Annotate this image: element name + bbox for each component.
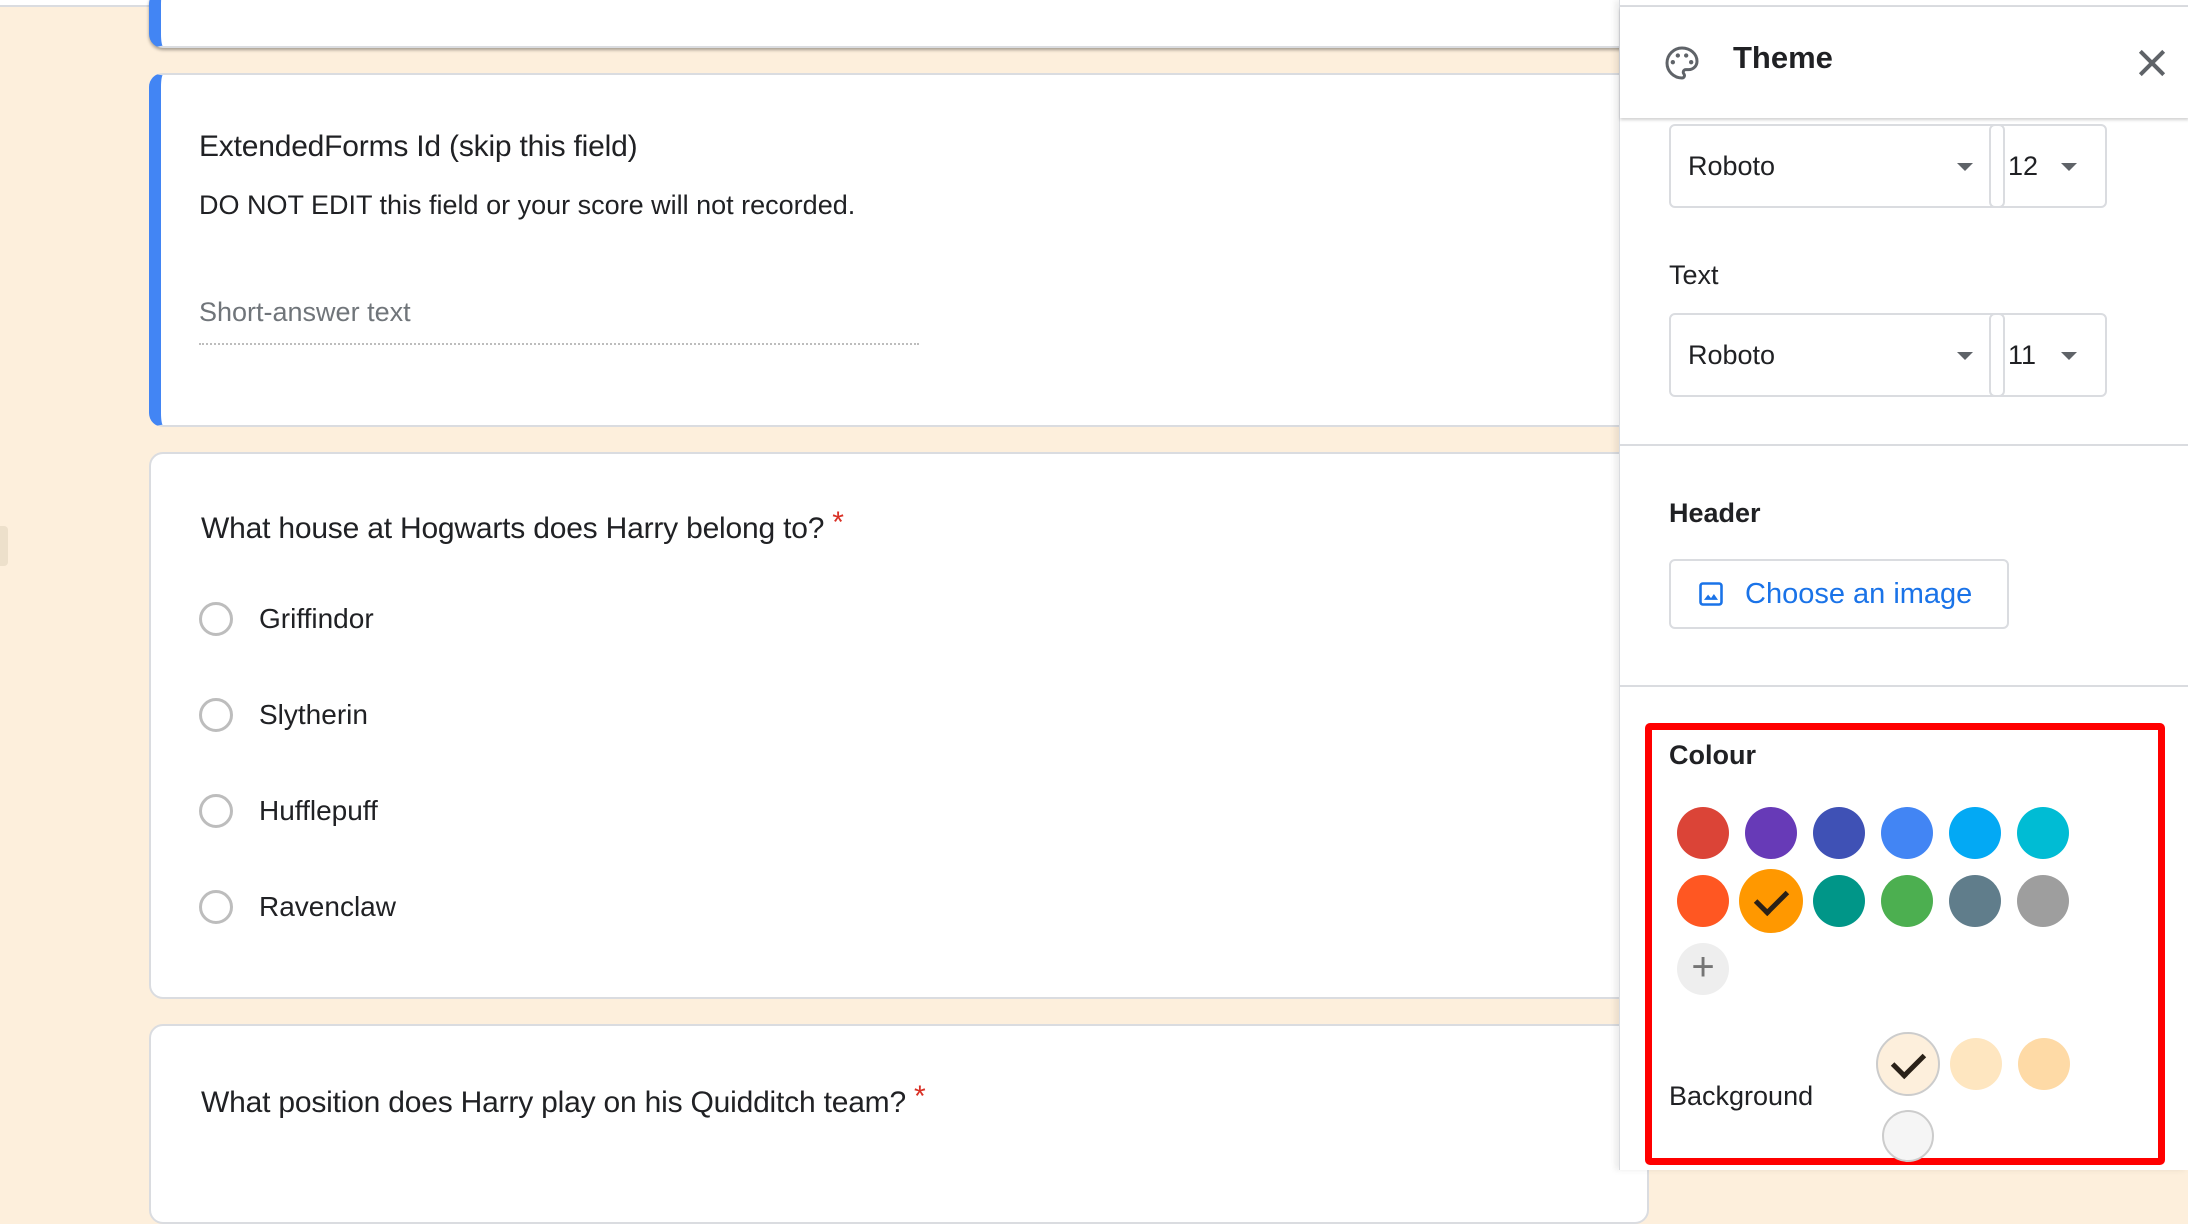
header-size-select[interactable]: 12 — [1989, 124, 2107, 208]
colour-swatch[interactable] — [1949, 807, 2001, 859]
option-griffindor[interactable]: Griffindor — [199, 597, 374, 641]
text-label: Text — [1669, 260, 1719, 290]
colour-swatch[interactable] — [2017, 875, 2069, 927]
theme-panel-header: Theme — [1620, 7, 2188, 118]
selected-size: 12 — [2008, 150, 2039, 181]
colour-swatch[interactable] — [1745, 807, 1797, 859]
choose-image-label: Choose an image — [1745, 577, 1973, 610]
radio-button[interactable] — [199, 794, 233, 828]
option-hufflepuff[interactable]: Hufflepuff — [199, 789, 378, 833]
required-mark: * — [832, 506, 844, 539]
radio-button[interactable] — [199, 698, 233, 732]
close-icon[interactable] — [2132, 43, 2172, 83]
background-swatch[interactable] — [2018, 1038, 2070, 1090]
checkmark-icon — [1890, 1043, 1926, 1079]
question-title: What house at Hogwarts does Harry belong… — [201, 506, 844, 546]
panel-top-border — [1620, 0, 2188, 7]
colour-swatch[interactable] — [1881, 875, 1933, 927]
question-title: ExtendedForms Id (skip this field) — [199, 130, 638, 163]
dropdown-arrow-icon — [1957, 163, 1973, 171]
checkmark-icon — [1753, 880, 1789, 916]
colour-swatch[interactable] — [1949, 875, 2001, 927]
question-card-quidditch[interactable]: What position does Harry play on his Qui… — [149, 1024, 1649, 1224]
dropdown-arrow-icon — [2061, 163, 2077, 171]
dropdown-arrow-icon — [2061, 352, 2077, 360]
colour-swatch[interactable] — [1677, 875, 1729, 927]
background-label: Background — [1669, 1081, 1814, 1111]
selected-size: 11 — [2008, 339, 2037, 370]
text-size-select[interactable]: 11 — [1989, 313, 2107, 397]
option-label: Griffindor — [259, 603, 374, 634]
colour-swatch[interactable] — [1881, 807, 1933, 859]
side-handle[interactable] — [0, 526, 8, 566]
choose-image-button[interactable]: Choose an image — [1669, 559, 2009, 629]
theme-panel: Theme Roboto 12 Text Roboto 11 Header Ch… — [1619, 0, 2188, 1170]
question-title: What position does Harry play on his Qui… — [201, 1080, 926, 1120]
question-description: DO NOT EDIT this field or your score wil… — [199, 190, 856, 220]
colour-swatch[interactable] — [1677, 807, 1729, 859]
colour-swatch[interactable] — [1739, 869, 1803, 933]
radio-button[interactable] — [199, 602, 233, 636]
option-ravenclaw[interactable]: Ravenclaw — [199, 885, 396, 929]
background-swatch[interactable] — [1950, 1038, 2002, 1090]
question-title-text: What house at Hogwarts does Harry belong… — [201, 512, 825, 545]
question-card-house[interactable]: What house at Hogwarts does Harry belong… — [149, 452, 1649, 999]
dropdown-arrow-icon — [1957, 352, 1973, 360]
selected-font: Roboto — [1688, 150, 1776, 181]
colour-swatch[interactable] — [2017, 807, 2069, 859]
question-card-extendedforms-id[interactable]: ExtendedForms Id (skip this field) DO NO… — [149, 73, 1649, 427]
plus-icon: + — [1691, 945, 1715, 989]
panel-title: Theme — [1733, 40, 1833, 75]
radio-button[interactable] — [199, 890, 233, 924]
required-mark: * — [913, 1080, 926, 1113]
colour-section-label: Colour — [1669, 740, 1756, 770]
add-custom-colour-button[interactable]: + — [1677, 943, 1729, 995]
header-font-select[interactable]: Roboto — [1669, 124, 2005, 208]
form-card-previous[interactable] — [149, 0, 1649, 48]
palette-icon — [1665, 46, 1699, 80]
header-section-label: Header — [1669, 498, 1761, 528]
option-label: Slytherin — [259, 699, 368, 730]
section-divider — [1620, 444, 2188, 446]
selected-font: Roboto — [1688, 339, 1776, 370]
text-font-select[interactable]: Roboto — [1669, 313, 2005, 397]
background-swatch[interactable] — [1882, 1110, 1934, 1162]
image-icon — [1699, 582, 1723, 606]
colour-swatch[interactable] — [1813, 807, 1865, 859]
background-swatch[interactable] — [1876, 1032, 1940, 1096]
option-label: Ravenclaw — [259, 891, 396, 922]
option-label: Hufflepuff — [259, 795, 378, 826]
question-title-text: What position does Harry play on his Qui… — [201, 1086, 906, 1119]
option-slytherin[interactable]: Slytherin — [199, 693, 368, 737]
short-answer-input[interactable]: Short-answer text — [199, 297, 919, 345]
colour-swatch[interactable] — [1813, 875, 1865, 927]
section-divider — [1620, 685, 2188, 687]
